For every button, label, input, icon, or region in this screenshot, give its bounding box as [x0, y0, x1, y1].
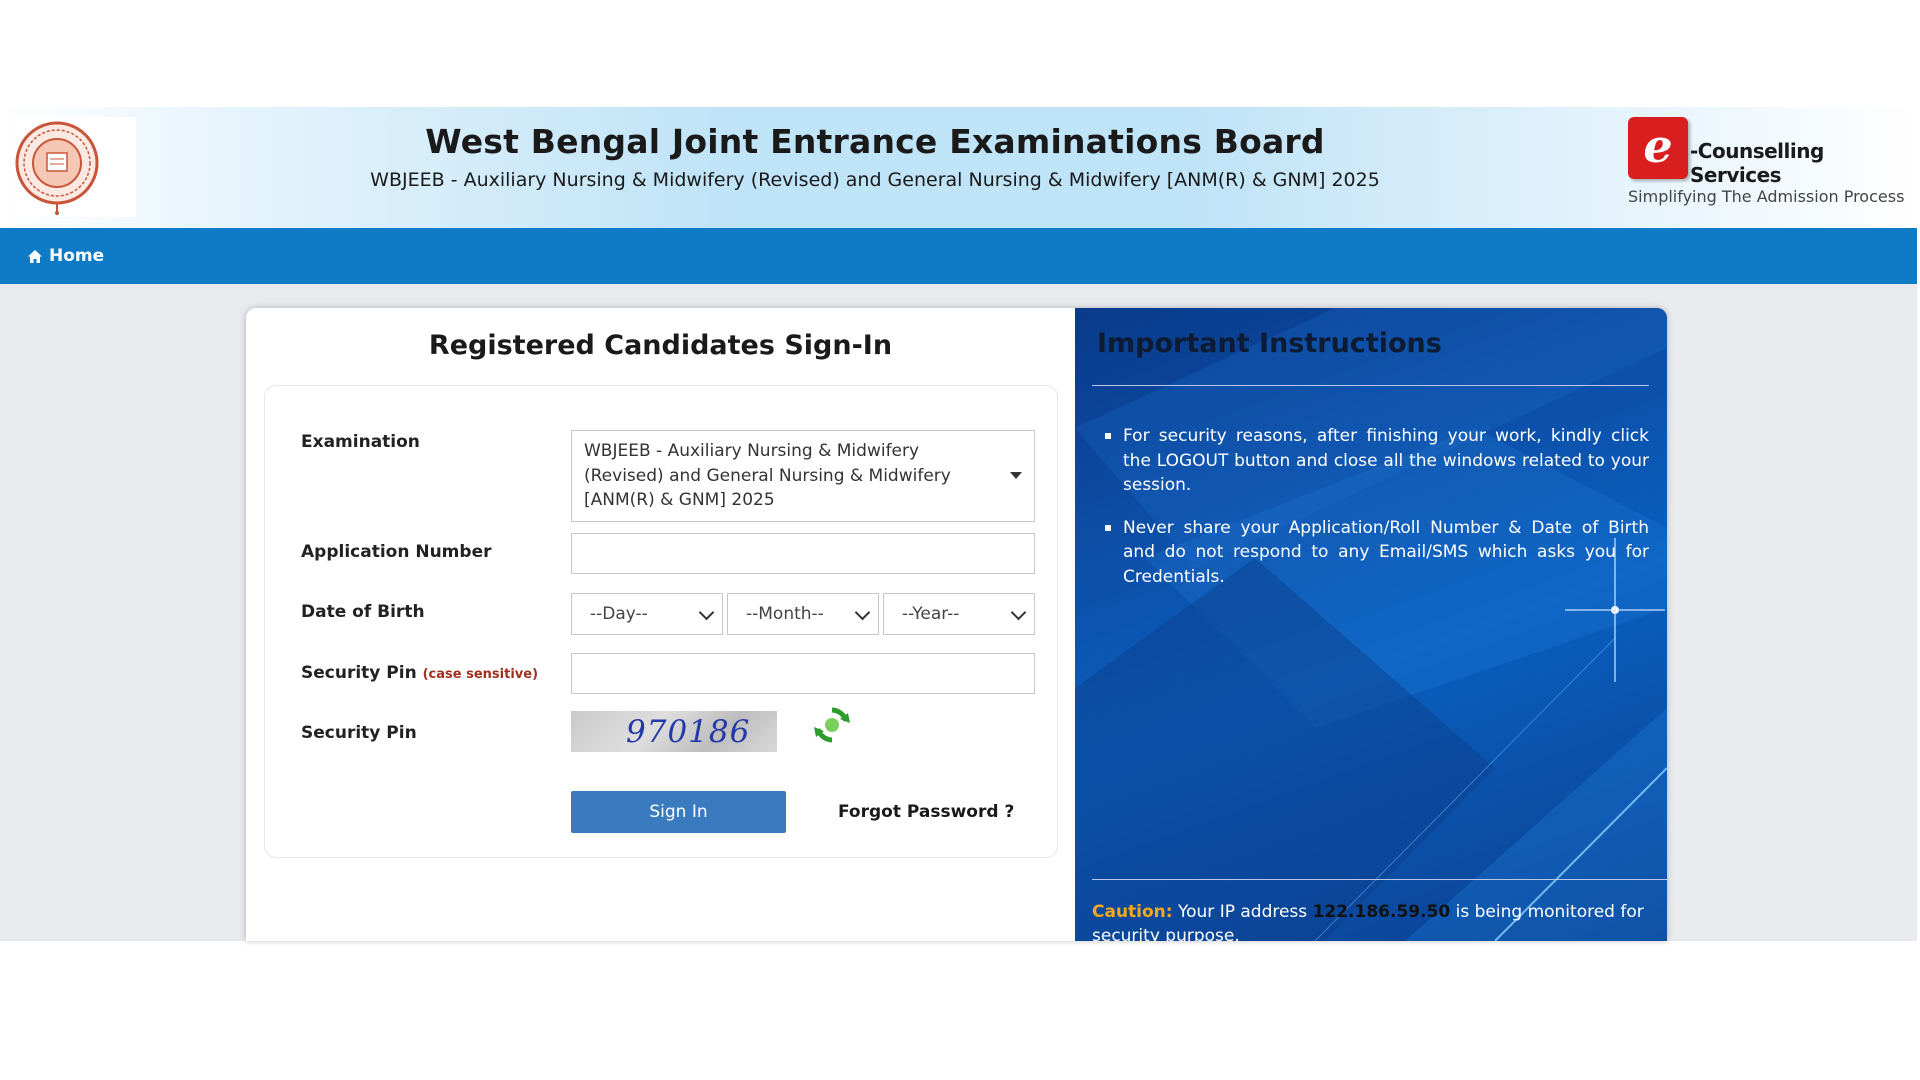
- chevron-down-icon: [854, 604, 871, 621]
- examination-select[interactable]: WBJEEB - Auxiliary Nursing & Midwifery (…: [571, 430, 1035, 522]
- captcha-text: 970186: [626, 714, 751, 750]
- signin-form: Examination WBJEEB - Auxiliary Nursing &…: [264, 385, 1058, 858]
- page-subtitle: WBJEEB - Auxiliary Nursing & Midwifery (…: [370, 169, 1380, 191]
- dob-year-value: --Year--: [902, 604, 960, 624]
- chevron-down-icon: [1010, 604, 1027, 621]
- instruction-item: Never share your Application/Roll Number…: [1105, 516, 1649, 590]
- forgot-password-link[interactable]: Forgot Password ?: [838, 802, 1014, 822]
- instructions-panel: Important Instructions For security reas…: [1075, 308, 1667, 941]
- dob-month-value: --Month--: [746, 604, 824, 624]
- signin-title: Registered Candidates Sign-In: [428, 330, 893, 361]
- signin-card: Registered Candidates Sign-In Examinatio…: [246, 308, 1667, 941]
- dob-year-select[interactable]: --Year--: [883, 593, 1035, 635]
- refresh-icon: [814, 707, 850, 743]
- examination-selected-value: WBJEEB - Auxiliary Nursing & Midwifery (…: [584, 441, 951, 510]
- examination-label: Examination: [301, 432, 420, 452]
- signin-panel: Registered Candidates Sign-In Examinatio…: [246, 308, 1075, 941]
- caution-label: Caution:: [1092, 902, 1173, 922]
- home-icon: [28, 249, 42, 263]
- page-title: West Bengal Joint Entrance Examinations …: [425, 122, 1325, 161]
- nav-home-link[interactable]: Home: [27, 246, 104, 266]
- ip-address: 122.186.59.50: [1312, 902, 1451, 922]
- decorative-background: [1075, 308, 1667, 941]
- nav-home-label: Home: [49, 246, 105, 266]
- ec-logo: e: [1628, 117, 1688, 179]
- captcha-image: 970186: [571, 711, 777, 752]
- ec-brand-name: -Counselling Services: [1690, 139, 1824, 187]
- chevron-down-icon: [698, 604, 715, 621]
- application-number-input[interactable]: [571, 533, 1035, 574]
- captcha-label: Security Pin: [301, 723, 417, 743]
- caution-text-pre: Your IP address: [1172, 902, 1313, 922]
- ec-logo-letters: e: [1643, 119, 1673, 173]
- instructions-divider: [1092, 385, 1649, 386]
- top-spacer: [0, 0, 1920, 107]
- dob-day-value: --Day--: [590, 604, 648, 624]
- security-pin-label-text: Security Pin: [301, 663, 417, 683]
- dob-day-select[interactable]: --Day--: [571, 593, 723, 635]
- caution-message: Caution: Your IP address 122.186.59.50 i…: [1092, 900, 1667, 941]
- dob-label: Date of Birth: [301, 602, 425, 622]
- dob-month-select[interactable]: --Month--: [727, 593, 879, 635]
- site-header: West Bengal Joint Entrance Examinations …: [0, 107, 1917, 228]
- caret-down-icon: [1010, 472, 1022, 479]
- security-pin-label: Security Pin (case sensitive): [301, 663, 538, 683]
- ec-tagline: Simplifying The Admission Process: [1628, 187, 1905, 206]
- application-number-label: Application Number: [301, 542, 492, 562]
- instructions-title: Important Instructions: [1097, 328, 1442, 359]
- instructions-list: For security reasons, after finishing yo…: [1105, 424, 1649, 607]
- instruction-item: For security reasons, after finishing yo…: [1105, 424, 1649, 498]
- main-navbar: Home: [0, 228, 1917, 284]
- signin-button[interactable]: Sign In: [571, 791, 786, 833]
- case-sensitive-note: (case sensitive): [422, 667, 539, 682]
- refresh-captcha-button[interactable]: [811, 704, 853, 751]
- bottom-spacer: [0, 941, 1920, 1080]
- security-pin-input[interactable]: [571, 653, 1035, 694]
- caution-divider: [1092, 879, 1667, 880]
